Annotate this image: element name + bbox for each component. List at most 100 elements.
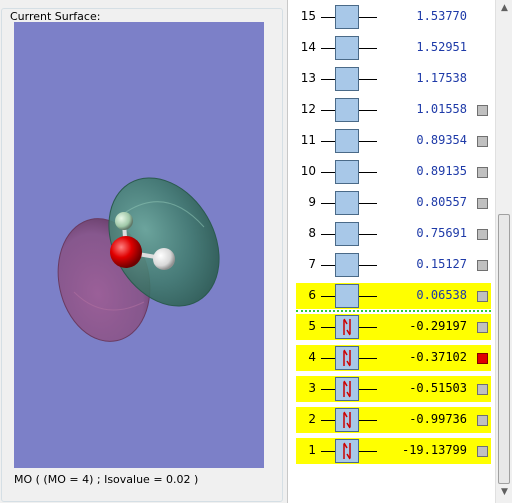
mo-energy: 0.80557	[416, 195, 467, 209]
surface-select-checkbox[interactable]	[477, 136, 488, 147]
mo-level-row[interactable]: 15 1.53770	[296, 4, 491, 30]
level-line	[321, 141, 335, 142]
surface-select-checkbox[interactable]	[477, 291, 488, 302]
mo-level-box[interactable]	[335, 315, 359, 339]
surface-select-checkbox[interactable]	[477, 353, 488, 364]
mo-energy: 0.06538	[416, 288, 467, 302]
mo-level-box[interactable]	[335, 160, 359, 184]
mo-number: 10	[300, 164, 316, 178]
mo-level-row[interactable]: 12 1.01558	[296, 97, 491, 123]
mo-energy: 1.52951	[416, 40, 467, 54]
level-line	[359, 265, 377, 266]
mo-number: 14	[300, 40, 316, 54]
mo-energy: 0.15127	[416, 257, 467, 271]
surface-select-checkbox[interactable]	[477, 167, 488, 178]
mo-level-box[interactable]	[335, 129, 359, 153]
mo-level-row[interactable]: 9 0.80557	[296, 190, 491, 216]
mo-energy: -0.99736	[409, 412, 467, 426]
level-line	[321, 172, 335, 173]
mo-number: 13	[300, 71, 316, 85]
level-line	[321, 420, 335, 421]
mo-level-box[interactable]	[335, 36, 359, 60]
mo-energy: 1.53770	[416, 9, 467, 23]
surface-select-checkbox[interactable]	[477, 105, 488, 116]
level-line	[359, 203, 377, 204]
mo-level-row[interactable]: 8 0.75691	[296, 221, 491, 247]
mo-level-box[interactable]	[335, 346, 359, 370]
level-line	[359, 79, 377, 80]
surface-select-checkbox[interactable]	[477, 446, 488, 457]
mo-energy: 1.01558	[416, 102, 467, 116]
surface-select-checkbox[interactable]	[477, 322, 488, 333]
level-line	[359, 389, 377, 390]
level-line	[321, 79, 335, 80]
surface-select-checkbox[interactable]	[477, 415, 488, 426]
mo-number: 9	[308, 195, 316, 209]
mo-level-box[interactable]	[335, 5, 359, 29]
mo-level-box[interactable]	[335, 439, 359, 463]
mo-level-row[interactable]: 13 1.17538	[296, 66, 491, 92]
level-line	[321, 48, 335, 49]
level-line	[321, 203, 335, 204]
surface-select-checkbox[interactable]	[477, 384, 488, 395]
mo-level-box[interactable]	[335, 284, 359, 308]
level-line	[321, 234, 335, 235]
oxygen-atom	[110, 236, 142, 268]
mo-level-row[interactable]: 10 0.89135	[296, 159, 491, 185]
mo-number: 4	[308, 350, 316, 364]
chevron-up-icon[interactable]: ▲	[496, 0, 512, 17]
hydrogen-atom	[153, 248, 175, 270]
mo-number: 3	[308, 381, 316, 395]
mo-level-row[interactable]: 14 1.52951	[296, 35, 491, 61]
mo-number: 2	[308, 412, 316, 426]
mo-number: 12	[300, 102, 316, 116]
mo-energy: 1.17538	[416, 71, 467, 85]
molecule-render	[57, 177, 220, 342]
mo-number: 6	[308, 288, 316, 302]
mo-number: 1	[308, 443, 316, 457]
mo-level-box[interactable]	[335, 377, 359, 401]
mo-energy: -0.51503	[409, 381, 467, 395]
molecule-viewport[interactable]	[14, 22, 264, 468]
level-line	[359, 141, 377, 142]
level-line	[359, 420, 377, 421]
scroll-thumb[interactable]	[498, 214, 510, 484]
level-line	[359, 48, 377, 49]
chevron-down-icon[interactable]: ▼	[496, 484, 512, 501]
mo-number: 7	[308, 257, 316, 271]
surface-panel: Current Surface: MO ((MO = 4) ; Isovalu…	[0, 0, 287, 503]
mo-number: 8	[308, 226, 316, 240]
mo-level-box[interactable]	[335, 191, 359, 215]
mo-level-row[interactable]: 11 0.89354	[296, 128, 491, 154]
mo-level-row[interactable]: 2 -0.99736	[296, 407, 491, 433]
level-line	[321, 296, 335, 297]
mo-energy: 0.89354	[416, 133, 467, 147]
level-line	[321, 327, 335, 328]
mo-level-box[interactable]	[335, 408, 359, 432]
mo-level-row[interactable]: 6 0.06538	[296, 283, 491, 309]
level-line	[359, 234, 377, 235]
surface-select-checkbox[interactable]	[477, 229, 488, 240]
level-line	[321, 389, 335, 390]
mo-number: 5	[308, 319, 316, 333]
homo-lumo-separator	[296, 310, 491, 312]
mo-level-row[interactable]: 1 -19.13799	[296, 438, 491, 464]
mo-level-row[interactable]: 7 0.15127	[296, 252, 491, 278]
mo-energy: -19.13799	[401, 443, 467, 457]
mo-level-row[interactable]: 3 -0.51503	[296, 376, 491, 402]
level-line	[321, 110, 335, 111]
mo-level-box[interactable]	[335, 67, 359, 91]
mo-number: 11	[300, 133, 316, 147]
mo-level-box[interactable]	[335, 98, 359, 122]
level-line	[321, 17, 335, 18]
level-line	[321, 265, 335, 266]
level-line	[359, 296, 377, 297]
level-line	[321, 358, 335, 359]
mo-level-box[interactable]	[335, 253, 359, 277]
vertical-scrollbar[interactable]: ▲ ▼	[495, 0, 512, 503]
surface-select-checkbox[interactable]	[477, 260, 488, 271]
surface-select-checkbox[interactable]	[477, 198, 488, 209]
mo-level-row[interactable]: 4 -0.37102	[296, 345, 491, 371]
mo-level-row[interactable]: 5 -0.29197	[296, 314, 491, 340]
mo-level-box[interactable]	[335, 222, 359, 246]
